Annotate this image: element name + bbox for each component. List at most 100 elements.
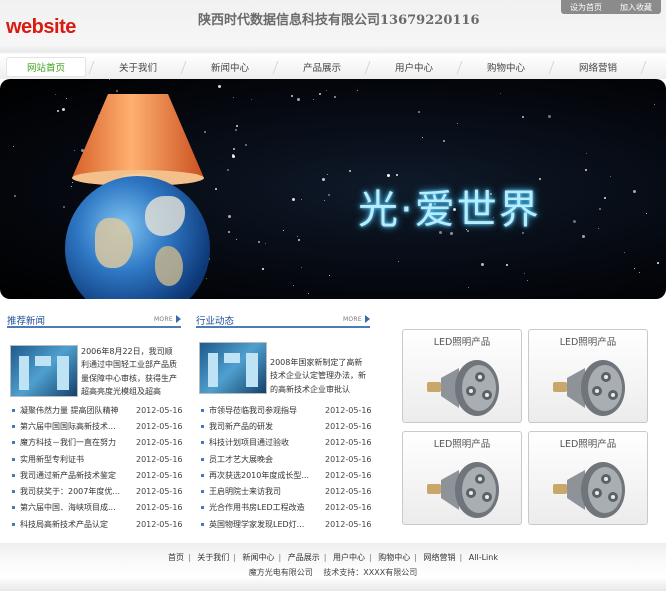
star [527, 279, 529, 281]
star [108, 79, 110, 81]
nav-item-marketing[interactable]: 网络营销 [552, 55, 644, 79]
star [318, 93, 321, 96]
star [293, 285, 295, 287]
recommended-news-section: 推荐新闻 MORE [7, 308, 181, 328]
star [218, 84, 222, 88]
product-card[interactable]: LED照明产品 [528, 431, 648, 525]
star [235, 238, 237, 240]
main-nav: 网站首页 关于我们 新闻中心 产品展示 用户中心 购物中心 网络营销 [0, 55, 666, 79]
star [326, 90, 328, 92]
list-item[interactable]: 魔方科技－我们一直在努力 2012-05-16 [10, 435, 196, 451]
list-item[interactable]: 我司新产品的研发 2012-05-16 [199, 418, 379, 434]
star [603, 196, 606, 199]
star [292, 197, 296, 201]
industry-news-title: 行业动态 [196, 316, 235, 327]
footer-link-user-center[interactable]: 用户中心 [333, 553, 365, 562]
list-item[interactable]: 英国物理学家发现LED灯... 2012-05-16 [199, 516, 379, 532]
star [301, 198, 303, 200]
product-card[interactable]: LED照明产品 [402, 431, 522, 525]
star [656, 262, 659, 265]
recommended-news-intro[interactable]: 2006年8月22日，我司顺利通过中国轻工业部产品质量保障中心审核，获得生产超高… [81, 345, 179, 398]
earth-globe-image [65, 176, 210, 299]
nav-item-about[interactable]: 关于我们 [92, 55, 184, 79]
star [214, 188, 217, 191]
star [54, 93, 56, 95]
list-item[interactable]: 我司获奖于：2007年度优... 2012-05-16 [10, 483, 196, 499]
list-item[interactable]: 第六届中国国际高新技术... 2012-05-16 [10, 418, 196, 434]
footer-link-about[interactable]: 关于我们 [197, 553, 229, 562]
star [327, 194, 330, 197]
star [396, 173, 399, 176]
star [227, 169, 230, 172]
star [467, 286, 469, 288]
industry-news-section: 行业动态 MORE [196, 308, 370, 328]
product-card[interactable]: LED照明产品 [402, 329, 522, 423]
list-item[interactable]: 王启明院士来访我司 2012-05-16 [199, 483, 379, 499]
star [250, 98, 252, 100]
industry-news-thumbnail[interactable] [199, 342, 267, 394]
product-label: LED照明产品 [559, 337, 617, 348]
copyright: 魔方光电有限公司 技术支持：XXXX有限公司 [0, 567, 666, 578]
recommended-news-title: 推荐新闻 [7, 316, 46, 327]
industry-news-intro[interactable]: 2008年国家新制定了高新技术企业认定管理办法，新的高新技术企业审批认 [270, 356, 370, 396]
star [505, 264, 508, 267]
add-favorite-link[interactable]: 加入收藏 [620, 2, 652, 13]
star [397, 260, 399, 262]
industry-news-list: 市领导莅临我司参观指导 2012-05-16 我司新产品的研发 2012-05-16… [199, 402, 379, 532]
footer-link-news[interactable]: 新闻中心 [243, 553, 275, 562]
list-item[interactable]: 第六届中国．海峡项目成... 2012-05-16 [10, 500, 196, 516]
star [297, 238, 300, 241]
list-item[interactable]: 实用新型专利证书 2012-05-16 [10, 451, 196, 467]
star [205, 278, 207, 280]
star [258, 241, 261, 244]
star [599, 208, 602, 211]
star [645, 213, 647, 215]
recommended-news-header: 推荐新闻 MORE [7, 308, 181, 328]
hero-banner: 光·爱世界 [0, 79, 666, 299]
footer-link-home[interactable]: 首页 [168, 553, 184, 562]
nav-item-products[interactable]: 产品展示 [276, 55, 368, 79]
nav-item-shopping[interactable]: 购物中心 [460, 55, 552, 79]
star [321, 178, 325, 182]
list-item[interactable]: 科技计划项目通过验收 2012-05-16 [199, 435, 379, 451]
star [283, 230, 285, 232]
led-bulb-image [427, 462, 499, 518]
site-logo[interactable]: website [6, 16, 76, 39]
led-bulb-image [553, 462, 625, 518]
arrow-right-icon[interactable] [176, 315, 181, 323]
list-item[interactable]: 凝聚伟然力量 提高团队精神 2012-05-16 [10, 402, 196, 418]
list-item[interactable]: 再次获选2010年度成长型... 2012-05-16 [199, 467, 379, 483]
footer-link-marketing[interactable]: 网络营销 [424, 553, 456, 562]
recommended-news-thumbnail[interactable] [10, 345, 78, 397]
footer-link-products[interactable]: 产品展示 [288, 553, 320, 562]
star [65, 98, 67, 100]
star [573, 220, 577, 224]
star [261, 267, 264, 270]
list-item[interactable]: 员工才艺大展晚会 2012-05-16 [199, 451, 379, 467]
arrow-right-icon[interactable] [365, 315, 370, 323]
banner-slogan: 光·爱世界 [358, 187, 541, 233]
star [523, 272, 525, 274]
nav-item-home[interactable]: 网站首页 [0, 55, 92, 79]
logo-text: website [6, 16, 76, 38]
list-item[interactable]: 光合作用书房LED工程改造 2012-05-16 [199, 500, 379, 516]
product-card[interactable]: LED照明产品 [528, 329, 648, 423]
list-item[interactable]: 我司通过新产品新技术鉴定 2012-05-16 [10, 467, 196, 483]
list-item[interactable]: 科技局高新技术产品认定 2012-05-16 [10, 516, 196, 532]
star [356, 90, 358, 92]
footer-link-shopping[interactable]: 购物中心 [378, 553, 410, 562]
set-homepage-link[interactable]: 设为首页 [570, 2, 602, 13]
nav-item-user-center[interactable]: 用户中心 [368, 55, 460, 79]
star [548, 115, 552, 119]
footer-tech-support: 技术支持：XXXX有限公司 [323, 568, 418, 577]
star [521, 115, 524, 118]
list-item[interactable]: 市领导莅临我司参观指导 2012-05-16 [199, 402, 379, 418]
recommended-news-more-link[interactable]: MORE [154, 316, 173, 323]
star [308, 292, 310, 294]
star [582, 234, 586, 238]
nav-item-news[interactable]: 新闻中心 [184, 55, 276, 79]
top-links-bar: 设为首页 加入收藏 [561, 0, 661, 14]
industry-news-more-link[interactable]: MORE [343, 316, 362, 323]
footer-link-all-link[interactable]: All-Link [469, 553, 498, 562]
star [421, 136, 423, 138]
